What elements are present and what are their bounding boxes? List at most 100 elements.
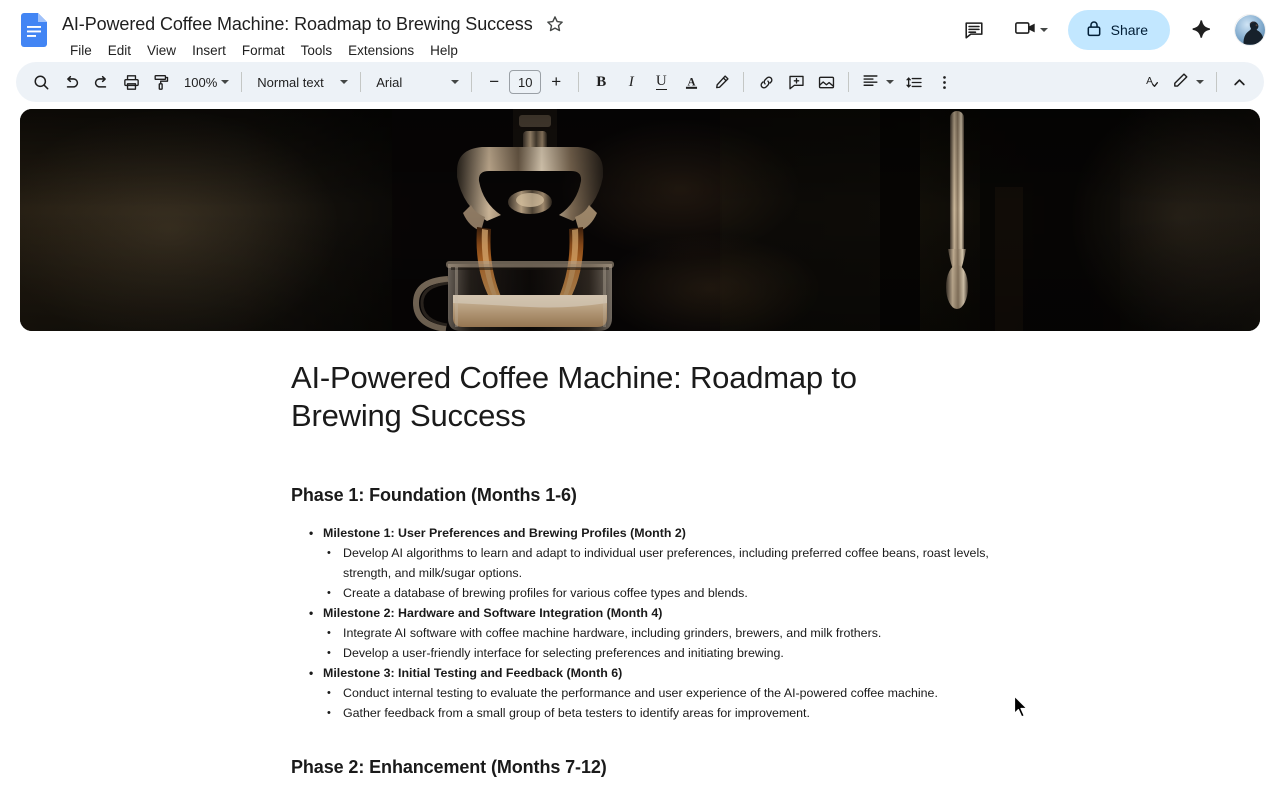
milestone-3-bullets: • Conduct internal testing to evaluate t… bbox=[327, 683, 991, 723]
share-button[interactable]: Share bbox=[1068, 10, 1170, 50]
bullet-glyph: • bbox=[309, 603, 323, 623]
bullet-glyph: • bbox=[327, 683, 343, 703]
menu-extensions[interactable]: Extensions bbox=[340, 40, 422, 61]
editing-mode-dropdown[interactable] bbox=[1166, 68, 1209, 96]
line-spacing-icon[interactable] bbox=[899, 67, 929, 97]
page-body: AI-Powered Coffee Machine: Roadmap to Br… bbox=[0, 331, 1280, 778]
bullet-glyph: • bbox=[327, 583, 343, 603]
add-comment-icon[interactable] bbox=[781, 67, 811, 97]
avatar[interactable] bbox=[1234, 14, 1266, 46]
menu-bar: File Edit View Insert Format Tools Exten… bbox=[62, 40, 565, 61]
menu-file[interactable]: File bbox=[62, 40, 100, 61]
zoom-dropdown[interactable]: 100% bbox=[176, 68, 234, 96]
search-icon[interactable] bbox=[26, 67, 56, 97]
document-area[interactable]: AI-Powered Coffee Machine: Roadmap to Br… bbox=[0, 104, 1280, 800]
list-item: • Develop AI algorithms to learn and ada… bbox=[327, 543, 991, 583]
section-heading-phase-1: Phase 1: Foundation (Months 1-6) bbox=[291, 485, 991, 506]
chevron-down-icon bbox=[451, 80, 459, 84]
toolbar-divider bbox=[241, 72, 242, 92]
google-docs-icon[interactable] bbox=[16, 8, 52, 52]
section-heading-phase-2: Phase 2: Enhancement (Months 7-12) bbox=[291, 757, 991, 778]
star-outline-icon[interactable] bbox=[545, 14, 565, 34]
list-item: • Develop a user-friendly interface for … bbox=[327, 643, 991, 663]
paragraph-style-value: Normal text bbox=[257, 75, 323, 90]
list-item-text: Conduct internal testing to evaluate the… bbox=[343, 683, 938, 703]
chevron-down-icon bbox=[340, 80, 348, 84]
milestone-title: • Milestone 2: Hardware and Software Int… bbox=[309, 603, 991, 623]
list-item-text: Develop AI algorithms to learn and adapt… bbox=[343, 543, 991, 583]
gemini-sparkle-icon[interactable] bbox=[1184, 12, 1220, 48]
milestone-3: • Milestone 3: Initial Testing and Feedb… bbox=[291, 663, 991, 723]
toolbar-divider bbox=[471, 72, 472, 92]
document-title[interactable]: AI-Powered Coffee Machine: Roadmap to Br… bbox=[62, 14, 533, 35]
toolbar-divider bbox=[848, 72, 849, 92]
document-content[interactable]: AI-Powered Coffee Machine: Roadmap to Br… bbox=[291, 359, 991, 778]
underline-icon[interactable]: U bbox=[646, 67, 676, 97]
milestone-2-bullets: • Integrate AI software with coffee mach… bbox=[327, 623, 991, 663]
bullet-glyph: • bbox=[327, 543, 343, 563]
list-item: • Create a database of brewing profiles … bbox=[327, 583, 991, 603]
menu-view[interactable]: View bbox=[139, 40, 184, 61]
align-dropdown[interactable] bbox=[856, 68, 899, 96]
menu-format[interactable]: Format bbox=[234, 40, 293, 61]
decrease-font-size-button[interactable]: − bbox=[479, 67, 509, 97]
chevron-down-icon bbox=[1040, 28, 1048, 32]
chevron-down-icon bbox=[221, 80, 229, 84]
paint-format-icon[interactable] bbox=[146, 67, 176, 97]
paragraph-style-dropdown[interactable]: Normal text bbox=[249, 68, 353, 96]
app-header: AI-Powered Coffee Machine: Roadmap to Br… bbox=[0, 0, 1280, 62]
bullet-glyph: • bbox=[327, 623, 343, 643]
bullet-glyph: • bbox=[309, 663, 323, 683]
print-icon[interactable] bbox=[116, 67, 146, 97]
more-vertical-icon[interactable] bbox=[929, 67, 959, 97]
menu-insert[interactable]: Insert bbox=[184, 40, 234, 61]
share-button-label: Share bbox=[1111, 22, 1148, 38]
toolbar-divider bbox=[360, 72, 361, 92]
chevron-up-icon[interactable] bbox=[1224, 67, 1254, 97]
toolbar-divider bbox=[743, 72, 744, 92]
align-left-icon bbox=[861, 71, 880, 93]
header-actions: Share bbox=[954, 10, 1266, 50]
undo-icon[interactable] bbox=[56, 67, 86, 97]
toolbar-container: 100% Normal text Arial − 10 + B I U A bbox=[0, 62, 1280, 104]
toolbar-divider bbox=[1216, 72, 1217, 92]
milestone-title: • Milestone 3: Initial Testing and Feedb… bbox=[309, 663, 991, 683]
text-color-icon[interactable]: A bbox=[676, 67, 706, 97]
svg-text:A: A bbox=[687, 76, 695, 88]
font-family-value: Arial bbox=[376, 75, 402, 90]
svg-text:A: A bbox=[1146, 76, 1153, 87]
list-item-text: Gather feedback from a small group of be… bbox=[343, 703, 810, 723]
insert-image-icon[interactable] bbox=[811, 67, 841, 97]
zoom-value: 100% bbox=[184, 75, 217, 90]
list-item-text: Create a database of brewing profiles fo… bbox=[343, 583, 748, 603]
insert-link-icon[interactable] bbox=[751, 67, 781, 97]
list-item: • Gather feedback from a small group of … bbox=[327, 703, 991, 723]
menu-edit[interactable]: Edit bbox=[100, 40, 139, 61]
milestone-1: • Milestone 1: User Preferences and Brew… bbox=[291, 523, 991, 603]
comment-history-icon[interactable] bbox=[954, 10, 994, 50]
hero-banner-image[interactable] bbox=[20, 109, 1260, 331]
document-heading-title: AI-Powered Coffee Machine: Roadmap to Br… bbox=[291, 359, 931, 435]
list-item: • Conduct internal testing to evaluate t… bbox=[327, 683, 991, 703]
spellcheck-icon[interactable]: A bbox=[1136, 67, 1166, 97]
highlight-pen-icon[interactable] bbox=[706, 67, 736, 97]
list-item-text: Develop a user-friendly interface for se… bbox=[343, 643, 784, 663]
font-size-input[interactable]: 10 bbox=[509, 70, 541, 94]
italic-icon[interactable]: I bbox=[616, 67, 646, 97]
video-camera-icon bbox=[1014, 17, 1038, 44]
list-item: • Integrate AI software with coffee mach… bbox=[327, 623, 991, 643]
milestone-1-bullets: • Develop AI algorithms to learn and ada… bbox=[327, 543, 991, 603]
menu-help[interactable]: Help bbox=[422, 40, 466, 61]
menu-tools[interactable]: Tools bbox=[293, 40, 341, 61]
bold-icon[interactable]: B bbox=[586, 67, 616, 97]
redo-icon[interactable] bbox=[86, 67, 116, 97]
font-family-dropdown[interactable]: Arial bbox=[368, 68, 464, 96]
formatting-toolbar: 100% Normal text Arial − 10 + B I U A bbox=[16, 62, 1264, 102]
milestone-1-title: Milestone 1: User Preferences and Brewin… bbox=[323, 523, 686, 543]
list-item-text: Integrate AI software with coffee machin… bbox=[343, 623, 881, 643]
milestone-list: • Milestone 1: User Preferences and Brew… bbox=[291, 523, 991, 723]
increase-font-size-button[interactable]: + bbox=[541, 67, 571, 97]
bullet-glyph: • bbox=[309, 523, 323, 543]
lock-icon bbox=[1086, 20, 1102, 40]
meet-button[interactable] bbox=[1008, 10, 1054, 50]
